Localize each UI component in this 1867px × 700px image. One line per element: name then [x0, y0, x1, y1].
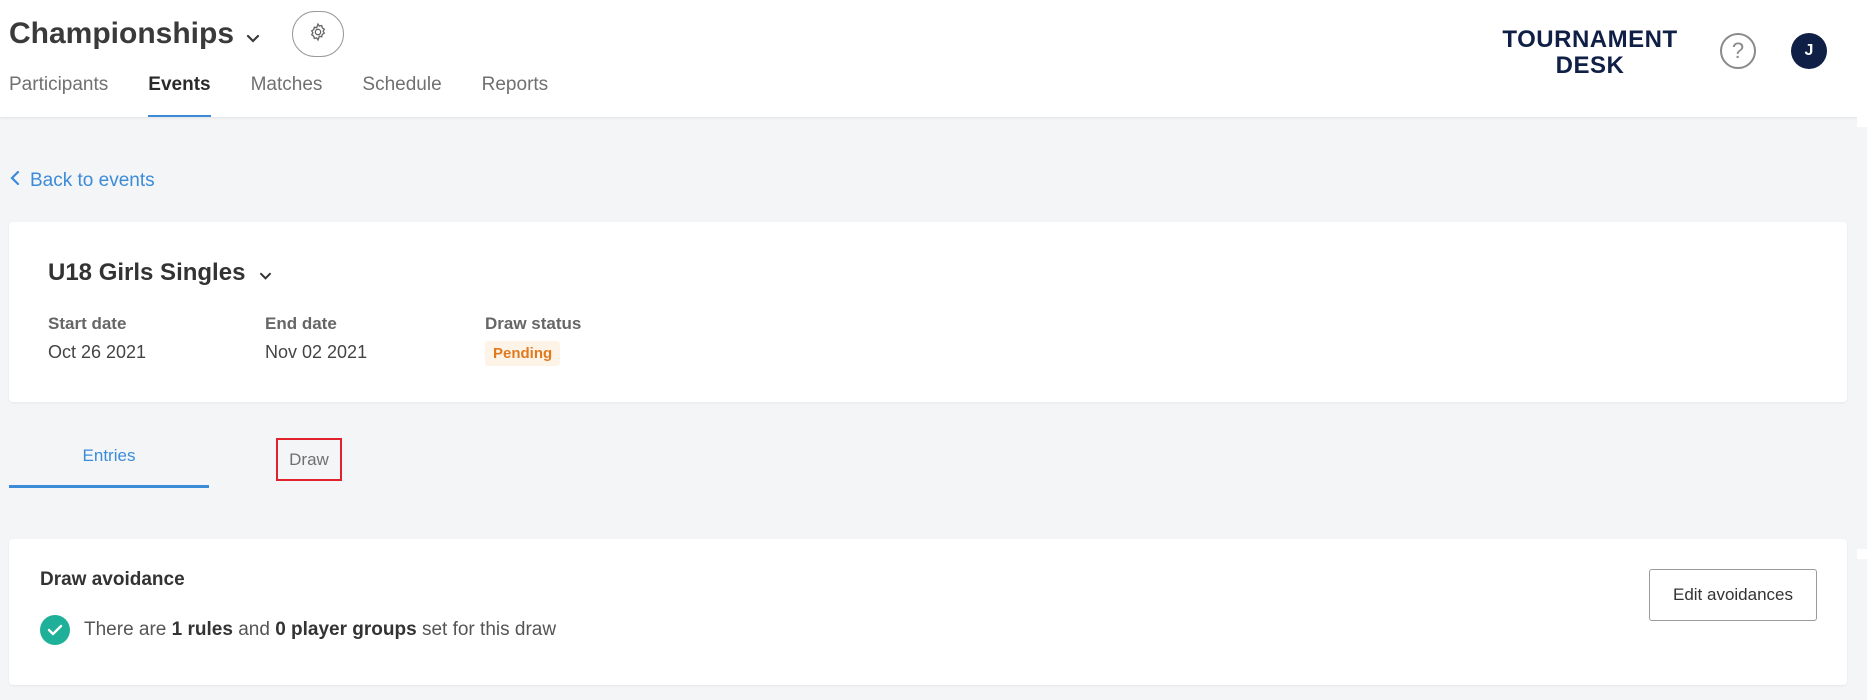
- brand-line-1: TOURNAMENT: [1502, 26, 1678, 53]
- tab-entries[interactable]: Entries: [9, 436, 209, 488]
- settings-button[interactable]: [292, 11, 344, 57]
- back-link-label: Back to events: [30, 170, 155, 191]
- nav-tab-schedule[interactable]: Schedule: [362, 74, 441, 117]
- nav-tab-reports[interactable]: Reports: [482, 74, 549, 117]
- check-circle-icon: [40, 615, 70, 645]
- gear-icon: [308, 22, 328, 47]
- chevron-left-icon: [10, 170, 20, 192]
- nav-tab-events[interactable]: Events: [148, 74, 211, 117]
- nav-tab-matches[interactable]: Matches: [251, 74, 323, 117]
- avatar-initial: J: [1804, 42, 1814, 59]
- start-date-block: Start date Oct 26 2021: [48, 314, 146, 363]
- scrollbar-edge: [1857, 117, 1867, 127]
- status-badge: Pending: [485, 341, 561, 366]
- start-date-label: Start date: [48, 314, 127, 333]
- avoidance-text-prefix: There are: [84, 619, 172, 640]
- end-date-label: End date: [265, 314, 337, 333]
- event-title: U18 Girls Singles: [48, 259, 246, 286]
- draw-status-block: Draw status Pending: [485, 314, 581, 366]
- end-date-block: End date Nov 02 2021: [265, 314, 367, 363]
- tournament-selector[interactable]: Championships: [9, 16, 260, 52]
- avoidance-text-and: and: [232, 619, 276, 640]
- start-date-value: Oct 26 2021: [48, 342, 147, 362]
- avoidance-summary: There are 1 rules and 0 player groups se…: [40, 615, 556, 645]
- event-summary-card: U18 Girls Singles Start date Oct 26 2021…: [9, 222, 1847, 402]
- back-to-events-link[interactable]: Back to events: [10, 170, 155, 192]
- brand-line-2: DESK: [1555, 52, 1625, 79]
- player-groups-count: 0 player groups: [275, 619, 417, 640]
- draw-avoidance-title: Draw avoidance: [40, 569, 185, 590]
- tournament-name: Championships: [9, 17, 235, 50]
- chevron-down-icon: [259, 260, 272, 288]
- chevron-down-icon: [246, 18, 260, 52]
- event-selector[interactable]: U18 Girls Singles: [48, 258, 272, 288]
- rules-count: 1 rules: [171, 619, 233, 640]
- avoidance-text-suffix: set for this draw: [416, 619, 557, 640]
- scrollbar-edge: [1857, 549, 1867, 559]
- nav-tab-participants[interactable]: Participants: [9, 74, 108, 117]
- brand-logo: TOURNAMENT DESK: [1490, 27, 1690, 79]
- main-nav: Participants Events Matches Schedule Rep…: [9, 74, 588, 117]
- avatar[interactable]: J: [1791, 33, 1827, 69]
- draw-status-label: Draw status: [485, 314, 582, 333]
- help-button[interactable]: ?: [1720, 33, 1756, 69]
- draw-avoidance-card: Draw avoidance There are 1 rules and 0 p…: [9, 539, 1847, 685]
- help-circle-icon: ?: [1731, 38, 1745, 63]
- tab-draw[interactable]: Draw: [276, 438, 342, 481]
- edit-avoidances-button[interactable]: Edit avoidances: [1649, 569, 1817, 621]
- end-date-value: Nov 02 2021: [265, 342, 368, 362]
- top-header: Championships Participants Events Matche…: [0, 0, 1867, 117]
